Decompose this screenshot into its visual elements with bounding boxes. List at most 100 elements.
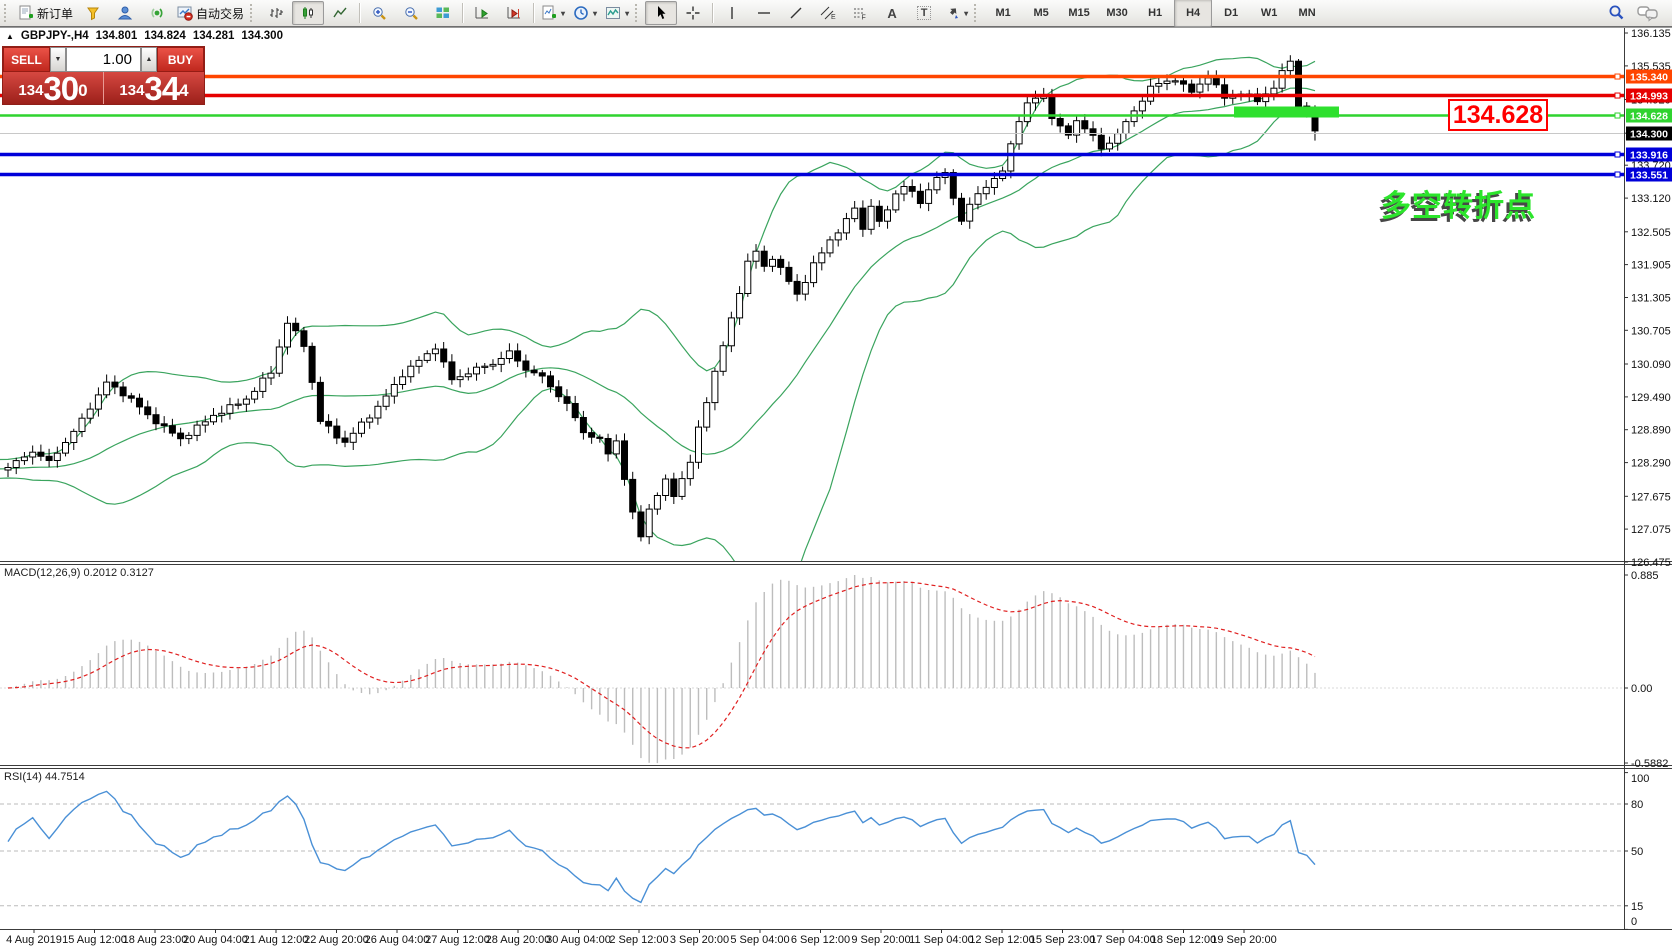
sell-price-pips: 30 [43,74,78,104]
trendline-button[interactable] [780,1,812,25]
volume-input[interactable]: 1.00 [66,47,141,72]
svg-text:2 Sep 12:00: 2 Sep 12:00 [609,934,668,946]
buy-button[interactable]: BUY [157,47,204,72]
fibonacci-button[interactable]: F [844,1,876,25]
toolbar-grip[interactable] [250,4,258,22]
tab-timeframe-MN[interactable]: MN [1288,0,1326,27]
volume-decrease-button[interactable]: ▼ [50,47,66,72]
turning-point-annotation[interactable]: 多空转折点 [1381,181,1536,225]
svg-text:50: 50 [1631,846,1643,858]
autoscroll-button[interactable] [466,1,498,25]
macd-histogram [8,575,1315,763]
toolbar-grip[interactable] [4,4,12,22]
sell-price-point: 0 [78,72,87,110]
periods-button[interactable]: ▾ [569,1,601,25]
svg-text:132.505: 132.505 [1631,227,1671,239]
svg-text:4 Aug 2019: 4 Aug 2019 [6,934,62,946]
arrows-icon [944,5,960,21]
svg-text:15 Sep 23:00: 15 Sep 23:00 [1030,934,1095,946]
buy-price-prefix: 134 [119,78,144,104]
price-axis[interactable]: 136.135135.535134.920134.305133.720133.1… [1624,28,1671,929]
crosshair-button[interactable] [677,1,709,25]
templates-button[interactable]: ▾ [601,1,633,25]
svg-text:15 Aug 12:00: 15 Aug 12:00 [62,934,127,946]
chart-shift-icon [506,5,522,21]
dropdown-caret-icon: ▾ [561,9,565,18]
svg-text:11 Sep 04:00: 11 Sep 04:00 [909,934,974,946]
tab-timeframe-W1[interactable]: W1 [1250,0,1288,27]
support-highlight-segment[interactable] [1234,107,1339,118]
svg-text:0.00: 0.00 [1631,683,1652,695]
svg-text:130.090: 130.090 [1631,359,1671,371]
toolbar-grip[interactable] [635,4,643,22]
horizontal-line-button[interactable] [748,1,780,25]
price-badge-133.551: 133.551 [1626,168,1672,182]
tab-timeframe-M1[interactable]: M1 [984,0,1022,27]
text-label-icon: T [917,6,932,20]
dropdown-caret-icon: ▾ [964,9,968,18]
svg-text:9 Sep 20:00: 9 Sep 20:00 [851,934,910,946]
deposit-gold-button[interactable] [77,1,109,25]
zoom-out-button[interactable] [395,1,427,25]
candles-layer [5,55,1318,544]
autoscroll-icon [474,5,490,21]
sell-button[interactable]: SELL [3,47,50,72]
tile-windows-icon [435,5,451,21]
svg-text:17 Sep 04:00: 17 Sep 04:00 [1090,934,1155,946]
chart-candles-button[interactable] [292,1,324,25]
volume-increase-button[interactable]: ▲ [141,47,157,72]
autotrade-button[interactable]: 自动交易 [173,1,248,25]
svg-text:136.135: 136.135 [1631,28,1671,40]
search-button[interactable] [1600,1,1632,25]
svg-text:F: F [862,15,866,22]
text-button[interactable]: A [876,1,908,25]
svg-text:27 Aug 12:00: 27 Aug 12:00 [425,934,490,946]
tab-timeframe-M15[interactable]: M15 [1060,0,1098,27]
svg-text:133.916: 133.916 [1630,150,1668,162]
tile-windows-button[interactable] [427,1,459,25]
chart-shift-button[interactable] [498,1,530,25]
tab-timeframe-H4[interactable]: H4 [1174,0,1212,27]
toolbar-grip[interactable] [974,4,982,22]
profile-button[interactable] [109,1,141,25]
svg-text:80: 80 [1631,799,1643,811]
sell-price[interactable]: 134300 [3,72,104,104]
new-order-button[interactable]: 新订单 [14,1,77,25]
chat-button[interactable] [1632,1,1664,25]
svg-text:12 Sep 12:00: 12 Sep 12:00 [969,934,1034,946]
svg-text:134.993: 134.993 [1630,91,1668,103]
vertical-line-button[interactable] [716,1,748,25]
chart-canvas[interactable]: 136.135135.535134.920134.305133.720133.1… [0,0,1672,949]
mt4-window: 新订单 自动交易 [0,0,1672,949]
autotrade-label: 自动交易 [196,5,244,22]
indicators-button[interactable]: ▾ [537,1,569,25]
arrows-button[interactable]: ▾ [940,1,972,25]
price-badge-134.993: 134.993 [1626,89,1672,103]
tab-timeframe-H1[interactable]: H1 [1136,0,1174,27]
buy-price[interactable]: 134344 [104,72,204,104]
text-label-button[interactable]: T [908,1,940,25]
bar-chart-icon [268,5,284,21]
rsi-pane-separator[interactable] [0,764,1672,768]
collapse-panel-arrow[interactable]: ▲ [6,32,14,41]
quote-low: 134.281 [193,30,235,42]
signals-button[interactable] [141,1,173,25]
chart-bars-button[interactable] [260,1,292,25]
cursor-button[interactable] [645,1,677,25]
tab-timeframe-M30[interactable]: M30 [1098,0,1136,27]
dropdown-caret-icon: ▾ [625,9,629,18]
rsi-label: RSI(14) 44.7514 [4,771,85,783]
tab-timeframe-D1[interactable]: D1 [1212,0,1250,27]
svg-text:5 Sep 04:00: 5 Sep 04:00 [730,934,789,946]
macd-pane-separator[interactable] [0,560,1672,564]
channel-button[interactable]: E [812,1,844,25]
chart-line-button[interactable] [324,1,356,25]
tab-timeframe-M5[interactable]: M5 [1022,0,1060,27]
price-level-annotation-box[interactable]: 134.628 [1448,99,1548,131]
time-axis[interactable]: 4 Aug 201915 Aug 12:0018 Aug 23:0020 Aug… [6,930,1277,947]
hline-handle [1615,93,1620,98]
price-badge-135.340: 135.340 [1626,70,1672,84]
svg-text:127.075: 127.075 [1631,524,1671,536]
svg-text:22 Aug 20:00: 22 Aug 20:00 [304,934,369,946]
zoom-in-button[interactable] [363,1,395,25]
